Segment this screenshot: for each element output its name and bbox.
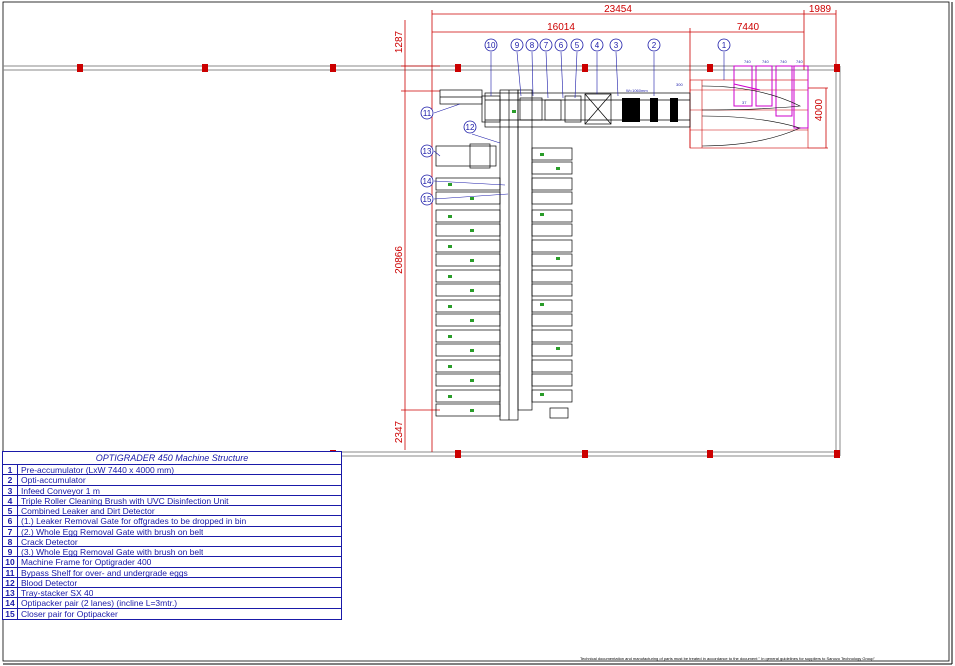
legend-text: Closer pair for Optipacker (21, 608, 118, 619)
legend-row: 15 Closer pair for Optipacker (3, 608, 341, 619)
legend-num: 13 (3, 588, 18, 598)
svg-text:6: 6 (559, 41, 564, 50)
callout-numbers: 1 2 3 4 5 6 7 8 9 10 11 12 13 14 15 (423, 41, 727, 204)
callout-leaders (433, 51, 725, 200)
svg-text:740: 740 (744, 59, 751, 64)
legend-num: 14 (3, 598, 18, 608)
svg-text:11: 11 (423, 109, 432, 118)
legend-text: Machine Frame for Optigrader 400 (21, 557, 152, 567)
machine-structure-legend: OPTIGRADER 450 Machine Structure 1 Pre-ac… (2, 451, 342, 620)
svg-text:5: 5 (575, 41, 580, 50)
svg-text:1989: 1989 (809, 4, 832, 15)
building-columns (77, 64, 840, 458)
legend-num: 3 (3, 485, 18, 496)
svg-text:15: 15 (423, 195, 432, 204)
svg-text:9: 9 (515, 41, 520, 50)
legend-text: (1.) Leaker Removal Gate for offgrades t… (21, 516, 247, 526)
legend-row: 3 Infeed Conveyor 1 m (3, 485, 341, 496)
svg-text:3: 3 (614, 41, 619, 50)
legend-num: 15 (3, 608, 18, 619)
svg-text:W=1060mm: W=1060mm (626, 88, 648, 93)
legend-text: Bypass Shelf for over- and undergrade eg… (21, 567, 188, 577)
svg-text:300: 300 (676, 82, 683, 87)
legend-text: (3.) Whole Egg Removal Gate with brush o… (21, 547, 204, 557)
legend-text: Tray-stacker SX 40 (21, 588, 94, 598)
legend-row: 9 (3.) Whole Egg Removal Gate with brush … (3, 547, 341, 558)
svg-text:23454: 23454 (604, 4, 632, 15)
legend-num: 6 (3, 516, 18, 526)
legend-row: 7 (2.) Whole Egg Removal Gate with brush … (3, 526, 341, 537)
legend-text: Blood Detector (21, 577, 78, 587)
footer-note: Technical documentation and manufacturin… (580, 656, 875, 661)
svg-text:20866: 20866 (394, 246, 405, 274)
svg-text:16014: 16014 (547, 22, 575, 33)
svg-text:12: 12 (466, 123, 475, 132)
packer-rows-left (435, 177, 501, 417)
svg-text:13: 13 (423, 147, 432, 156)
packer-accents (448, 110, 560, 412)
svg-text:1287: 1287 (394, 30, 405, 53)
svg-text:4000: 4000 (814, 98, 825, 121)
legend-num: 1 (3, 465, 18, 475)
legend-row: 10 Machine Frame for Optigrader 400 (3, 557, 341, 568)
svg-text:4: 4 (595, 41, 600, 50)
opti-accumulator (622, 98, 678, 122)
legend-num: 11 (3, 567, 18, 578)
legend-row: 5 Combined Leaker and Dirt Detector (3, 506, 341, 517)
svg-text:2347: 2347 (394, 420, 405, 443)
svg-text:10: 10 (487, 41, 496, 50)
legend-num: 12 (3, 577, 18, 588)
svg-text:14: 14 (423, 177, 432, 186)
legend-num: 9 (3, 547, 18, 557)
legend-text: (2.) Whole Egg Removal Gate with brush o… (21, 526, 204, 536)
legend-row: 4 Triple Roller Cleaning Brush with UVC D… (3, 495, 341, 506)
pre-accumulator-lanes (733, 65, 809, 129)
svg-text:8: 8 (530, 41, 535, 50)
svg-text:37: 37 (742, 100, 747, 105)
legend-row: 13 Tray-stacker SX 40 (3, 588, 341, 599)
legend-num: 7 (3, 526, 18, 537)
legend-text: Crack Detector (21, 536, 78, 546)
pre-accumulator (689, 79, 809, 149)
legend-text: Triple Roller Cleaning Brush with UVC Di… (21, 495, 229, 505)
building-walls (3, 65, 841, 457)
svg-text:7: 7 (544, 41, 549, 50)
legend-num: 2 (3, 475, 18, 485)
legend-text: Infeed Conveyor 1 m (21, 485, 100, 495)
legend-row: 12 Blood Detector (3, 577, 341, 588)
legend-title: OPTIGRADER 450 Machine Structure (3, 452, 341, 465)
legend-text: Combined Leaker and Dirt Detector (21, 506, 155, 516)
legend-row: 8 Crack Detector (3, 536, 341, 547)
svg-text:7440: 7440 (737, 22, 760, 33)
legend-row: 11 Bypass Shelf for over- and undergrade … (3, 567, 341, 578)
legend-num: 4 (3, 495, 18, 506)
legend-num: 5 (3, 506, 18, 516)
legend-row: 2 Opti-accumulator (3, 475, 341, 486)
svg-text:1: 1 (722, 41, 727, 50)
svg-text:2: 2 (652, 41, 657, 50)
legend-row: 6 (1.) Leaker Removal Gate for offgrades … (3, 516, 341, 527)
legend-row: 14 Optipacker pair (2 lanes) (incline L=3… (3, 598, 341, 609)
tray-stacker (435, 143, 497, 169)
svg-text:740: 740 (796, 59, 803, 64)
legend-text: Pre-accumulator (LxW 7440 x 4000 mm) (21, 465, 175, 475)
machine-frame (499, 89, 533, 421)
legend-num: 8 (3, 536, 18, 547)
svg-text:740: 740 (780, 59, 787, 64)
svg-text:740: 740 (762, 59, 769, 64)
packer-rows-right (531, 147, 573, 419)
legend-text: Optipacker pair (2 lanes) (incline L=3mt… (21, 598, 178, 608)
legend-num: 10 (3, 557, 18, 567)
legend-row: 1 Pre-accumulator (LxW 7440 x 4000 mm) (3, 465, 341, 476)
legend-text: Opti-accumulator (21, 475, 86, 485)
